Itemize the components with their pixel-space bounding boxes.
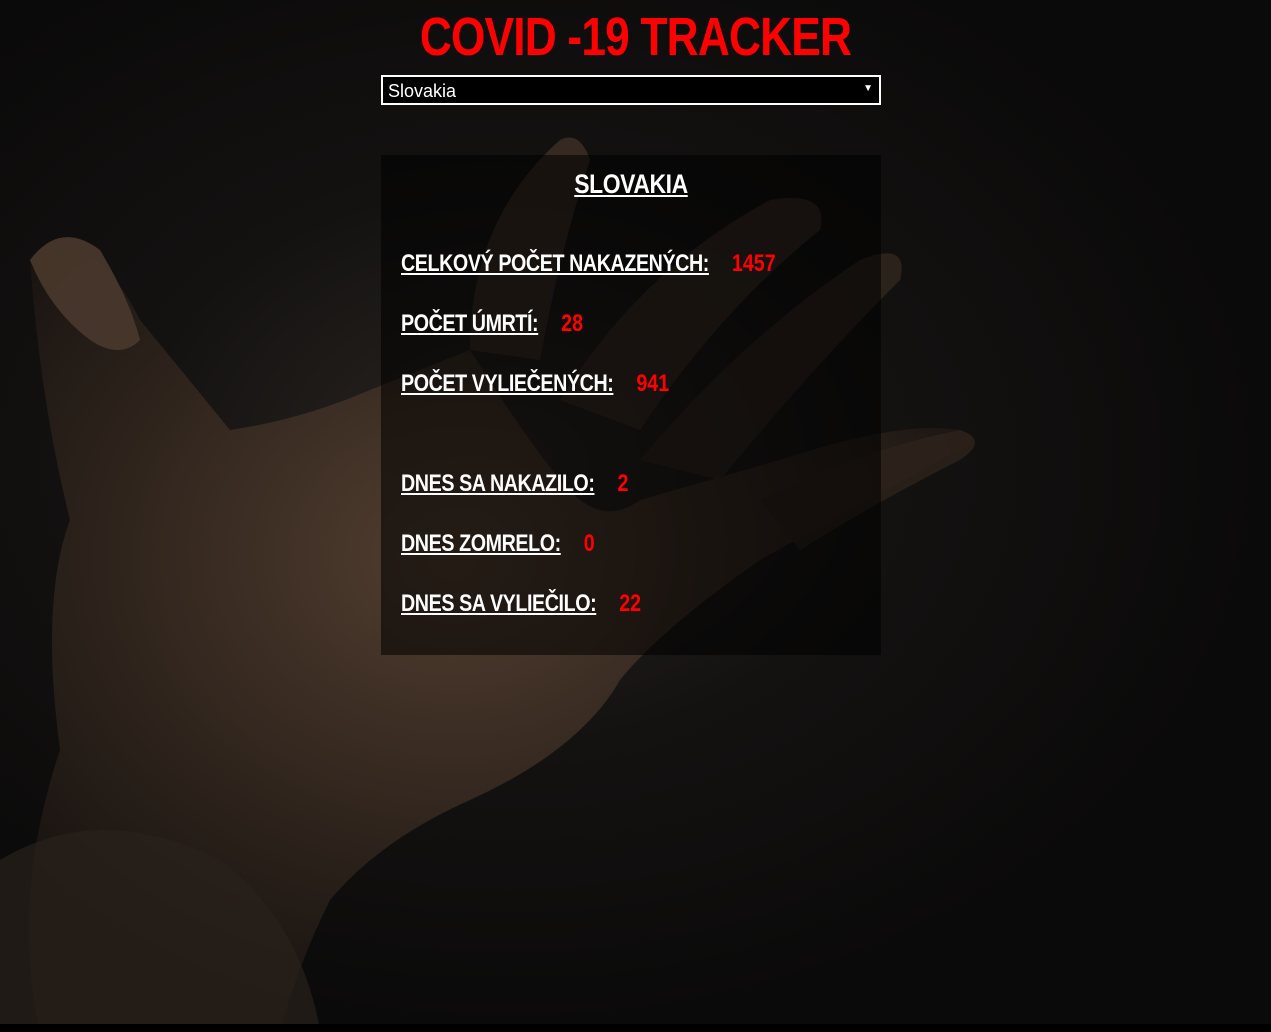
stat-value: 28 (561, 310, 584, 337)
stat-row-total-cases: CELKOVÝ POČET NAKAZENÝCH: 1457 (401, 250, 776, 278)
stat-value: 2 (617, 470, 629, 497)
stat-value: 22 (619, 590, 642, 617)
stat-row-today-recovered: DNES SA VYLIEČILO: 22 (401, 590, 641, 618)
stat-row-today-cases: DNES SA NAKAZILO: 2 (401, 470, 628, 498)
stat-value: 1457 (731, 250, 776, 277)
country-select-value: Slovakia (388, 81, 457, 101)
stat-label: POČET VYLIEČENÝCH: (401, 370, 614, 397)
stat-label: DNES SA NAKAZILO: (401, 470, 595, 497)
page-title: COVID -19 TRACKER (419, 7, 852, 67)
stat-row-today-deaths: DNES ZOMRELO: 0 (401, 530, 595, 558)
stat-label: DNES SA VYLIEČILO: (401, 590, 597, 617)
stat-label: POČET ÚMRTÍ: (401, 310, 539, 337)
stat-label: CELKOVÝ POČET NAKAZENÝCH: (401, 250, 709, 277)
country-heading: SLOVAKIA (574, 169, 688, 199)
page: COVID -19 TRACKER Slovakia ▼ SLOVAKIA CE… (0, 0, 1271, 1032)
country-select[interactable]: Slovakia ▼ (381, 75, 881, 105)
dropdown-arrow-icon: ▼ (863, 83, 873, 94)
stat-row-recovered: POČET VYLIEČENÝCH: 941 (401, 370, 669, 398)
stat-value: 941 (636, 370, 670, 397)
stats-panel: SLOVAKIA CELKOVÝ POČET NAKAZENÝCH: 1457 P… (381, 155, 881, 655)
stat-row-deaths: POČET ÚMRTÍ: 28 (401, 310, 583, 338)
stat-label: DNES ZOMRELO: (401, 530, 561, 557)
bottom-border (0, 1024, 1271, 1032)
stat-value: 0 (583, 530, 595, 557)
